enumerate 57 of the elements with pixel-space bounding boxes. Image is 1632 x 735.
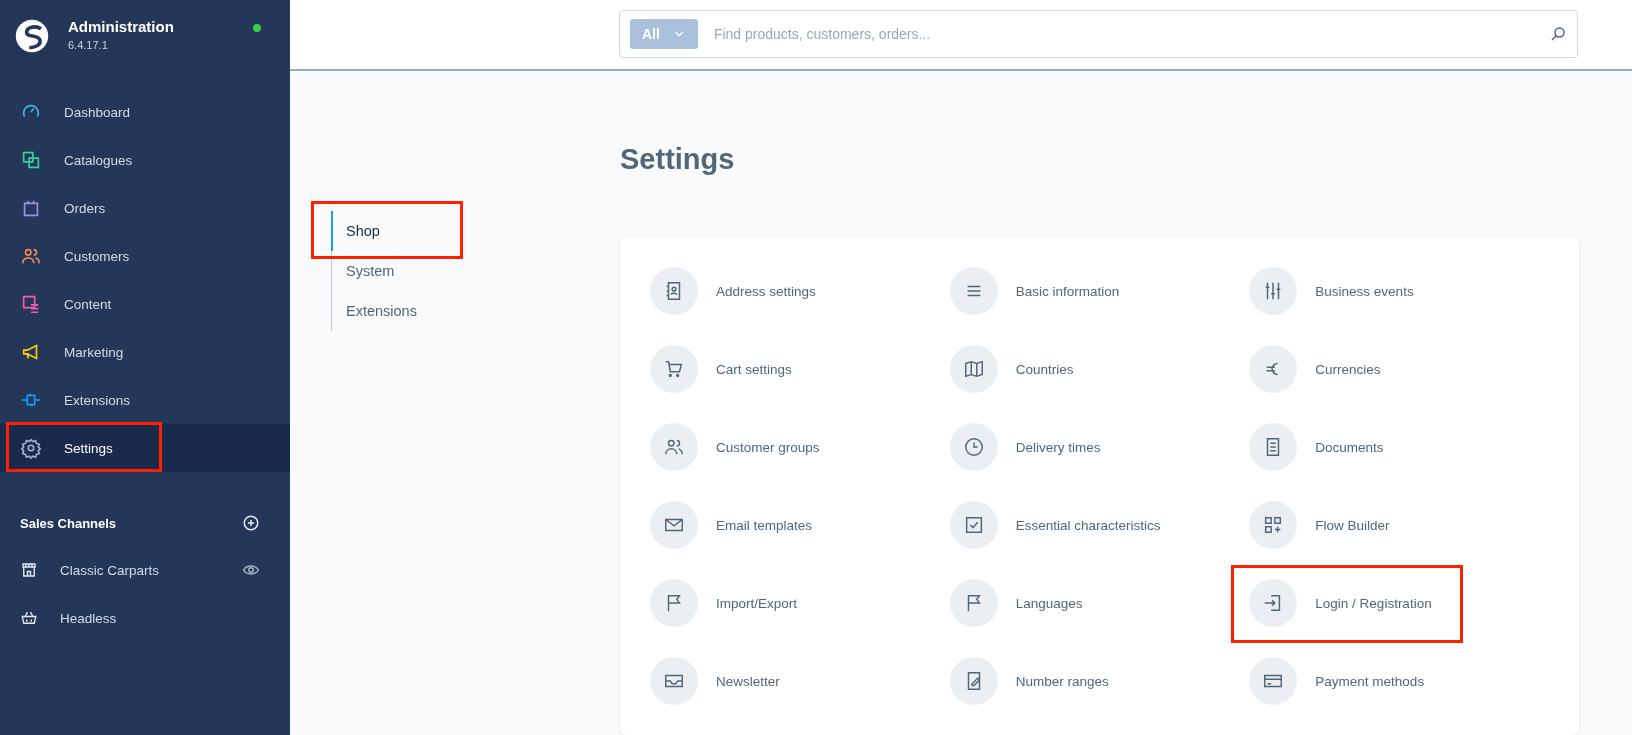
document-icon [1249,423,1298,471]
lines-icon [949,267,998,315]
sales-channel-item[interactable]: Classic Carparts [0,546,290,594]
envelope-icon [650,501,698,549]
map-icon [949,345,998,393]
flag-icon [949,579,998,627]
category-tile[interactable]: Essential characteristics [949,501,1250,549]
logo-icon [14,18,50,54]
page-title: Settings [620,143,736,177]
storefront-icon [20,561,38,579]
section-heading: Sales Channels [20,515,117,531]
nav-item[interactable]: Customers [0,232,290,280]
nav-item[interactable]: Catalogues [0,136,290,184]
category-tile[interactable]: Flow Builder [1249,501,1549,549]
category-tile[interactable]: Documents [1249,423,1549,471]
inbox-icon [650,657,698,705]
flag-icon [650,579,698,627]
category-tile[interactable]: Countries [949,345,1250,393]
tab[interactable]: System [331,251,620,291]
category-tile[interactable]: Languages [949,579,1250,627]
nav-item[interactable]: Orders [0,184,290,232]
category-tile[interactable]: Business events [1249,267,1549,315]
category-tile[interactable]: Email templates [650,501,950,549]
category-tile[interactable]: Cart settings [650,345,950,393]
checkbox-icon [949,501,998,549]
nav-item[interactable]: Settings [0,424,290,472]
card-icon [1249,657,1298,705]
blocks-icon [1249,501,1298,549]
login-icon [1249,579,1298,627]
search-icon[interactable] [1549,25,1567,43]
people-icon [650,423,698,471]
cart-icon [650,345,698,393]
category-tile[interactable]: Payment methods [1249,657,1549,705]
nav-item[interactable]: Content [0,280,290,328]
clock-icon [949,423,998,471]
add-icon[interactable] [242,514,260,532]
nav-item[interactable]: Marketing [0,328,290,376]
version-label: 6.4.17.1 [68,39,109,51]
nav-item[interactable]: Extensions [0,376,290,424]
edit-document-icon [949,657,998,705]
sliders-icon [1249,267,1298,315]
euro-icon [1249,345,1298,393]
category-tile[interactable]: Basic information [949,267,1250,315]
basket-icon [20,609,38,627]
category-tile[interactable]: Import/Export [650,579,950,627]
address-book-icon [650,267,698,315]
app-title: Administration [68,18,174,35]
tab[interactable]: Extensions [331,291,620,331]
category-tile[interactable]: Number ranges [949,657,1250,705]
category-tile[interactable]: Address settings [650,267,950,315]
category-tile[interactable]: Newsletter [650,657,950,705]
sales-channel-item[interactable]: Headless [0,594,290,642]
category-tile[interactable]: Login / Registration [1249,579,1549,627]
nav-item[interactable]: Dashboard [0,88,290,136]
category-tile[interactable]: Customer groups [650,423,950,471]
category-tile[interactable]: Delivery times [949,423,1250,471]
category-tile[interactable]: Currencies [1249,345,1549,393]
